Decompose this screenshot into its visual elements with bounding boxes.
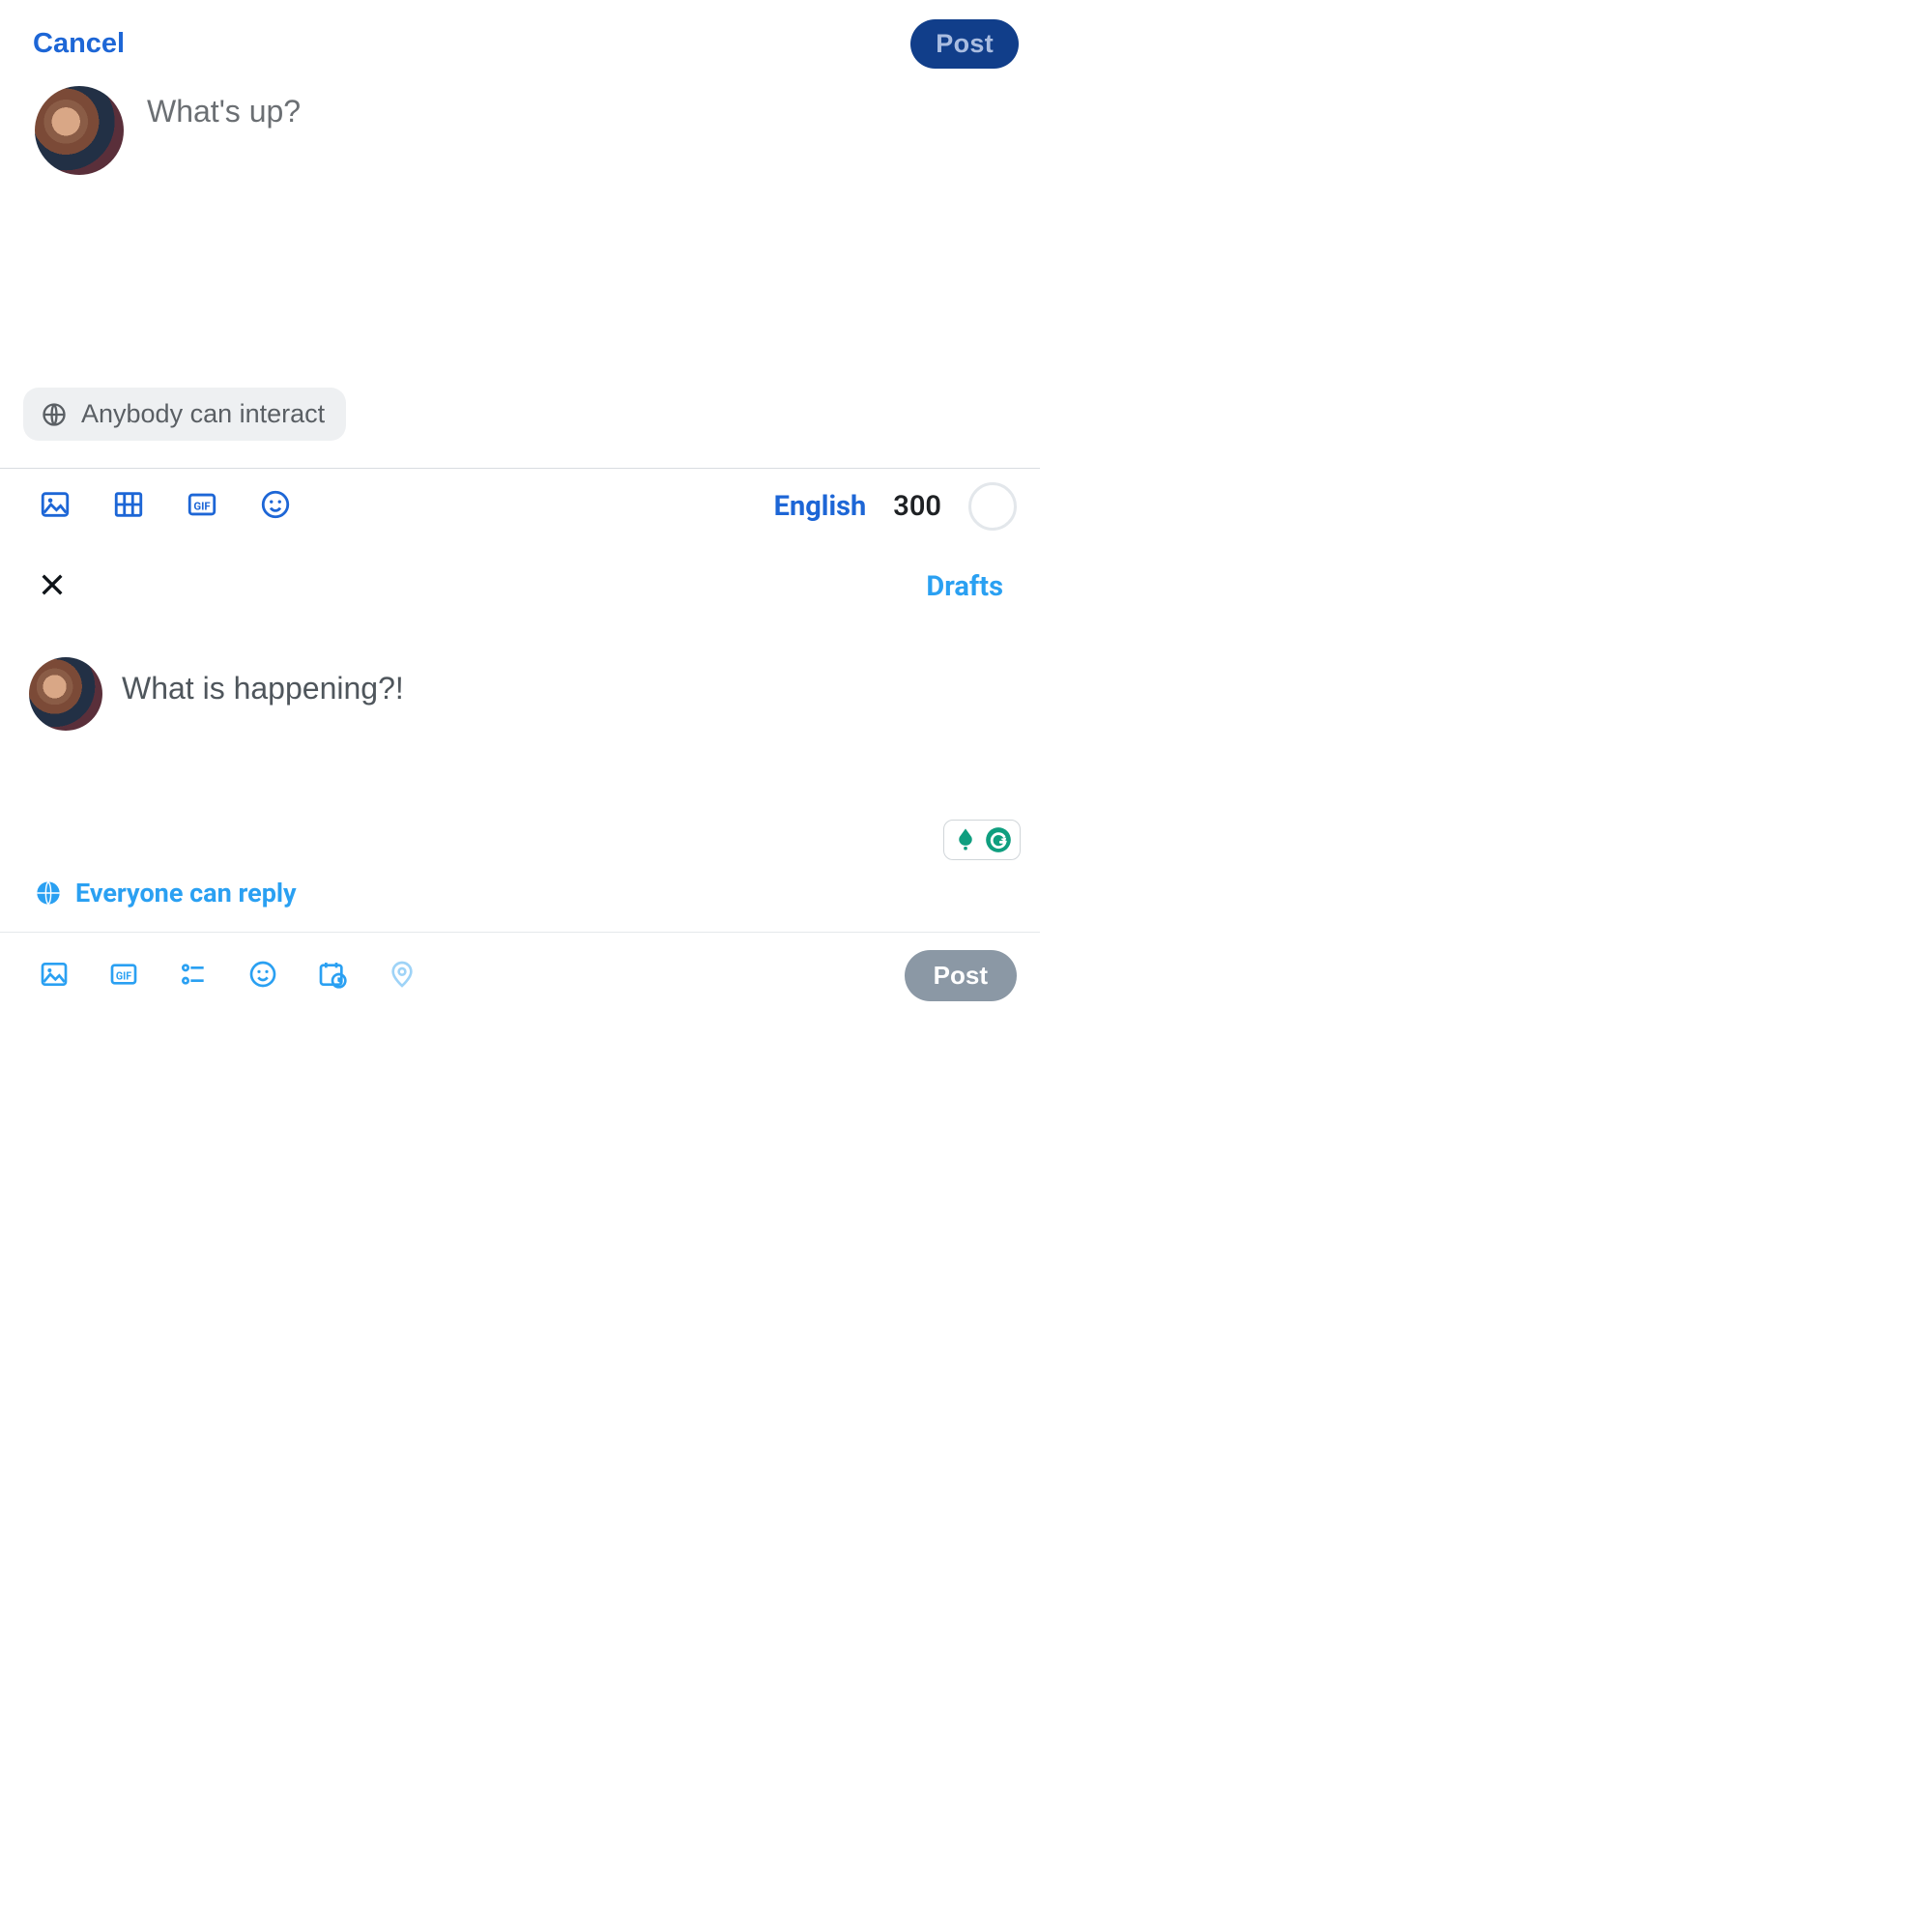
toolbar-bottom: GIF Post: [0, 933, 1040, 1001]
top-header: Cancel Post: [0, 0, 1040, 74]
toolbar-bottom-icons: GIF: [39, 959, 418, 994]
emoji-icon[interactable]: [247, 959, 278, 994]
avatar: [35, 86, 124, 175]
image-icon[interactable]: [39, 959, 70, 994]
reply-audience-label: Everyone can reply: [75, 878, 297, 908]
poll-icon[interactable]: [178, 959, 209, 994]
composer-bottom: Drafts Everyone can reply GIF: [0, 548, 1040, 1001]
image-icon[interactable]: [39, 488, 72, 525]
post-button-top[interactable]: Post: [910, 19, 1019, 69]
gif-icon[interactable]: GIF: [108, 959, 139, 994]
compose-area-bottom: [0, 603, 1040, 731]
location-icon[interactable]: [387, 959, 418, 994]
svg-text:GIF: GIF: [193, 500, 210, 513]
audience-selector[interactable]: Anybody can interact: [23, 388, 346, 441]
svg-text:GIF: GIF: [116, 969, 131, 982]
tip-icon: [952, 826, 979, 853]
language-selector[interactable]: English: [774, 490, 867, 523]
avatar: [29, 657, 102, 731]
globe-icon: [35, 879, 62, 907]
close-button[interactable]: [37, 569, 68, 603]
interact-chip-row: Anybody can interact: [0, 194, 1040, 452]
composer-top: Cancel Post Anybody can interact GIF: [0, 0, 1040, 548]
audience-label: Anybody can interact: [81, 399, 325, 429]
post-button-bottom[interactable]: Post: [905, 950, 1017, 1001]
compose-input-bottom[interactable]: [122, 671, 1007, 706]
video-icon[interactable]: [112, 488, 145, 525]
drafts-link[interactable]: Drafts: [926, 570, 1003, 603]
toolbar-top: GIF English 300: [0, 469, 1040, 548]
char-counter: 300: [893, 490, 941, 523]
compose-input-top[interactable]: [147, 94, 1007, 130]
toolbar-top-right: English 300: [774, 482, 1017, 531]
gif-icon[interactable]: GIF: [186, 488, 218, 525]
schedule-icon[interactable]: [317, 959, 348, 994]
grammarly-icon: [985, 826, 1012, 853]
compose-area-top: [0, 74, 1040, 194]
close-icon: [37, 569, 68, 600]
cancel-button[interactable]: Cancel: [33, 28, 125, 60]
toolbar-top-icons: GIF: [39, 488, 292, 525]
bottom-header: Drafts: [0, 562, 1040, 603]
emoji-icon[interactable]: [259, 488, 292, 525]
grammarly-wrap: [0, 820, 1040, 878]
char-progress-ring: [968, 482, 1017, 531]
reply-audience-selector[interactable]: Everyone can reply: [35, 878, 297, 908]
globe-icon: [41, 401, 68, 428]
grammarly-badge[interactable]: [943, 820, 1021, 860]
